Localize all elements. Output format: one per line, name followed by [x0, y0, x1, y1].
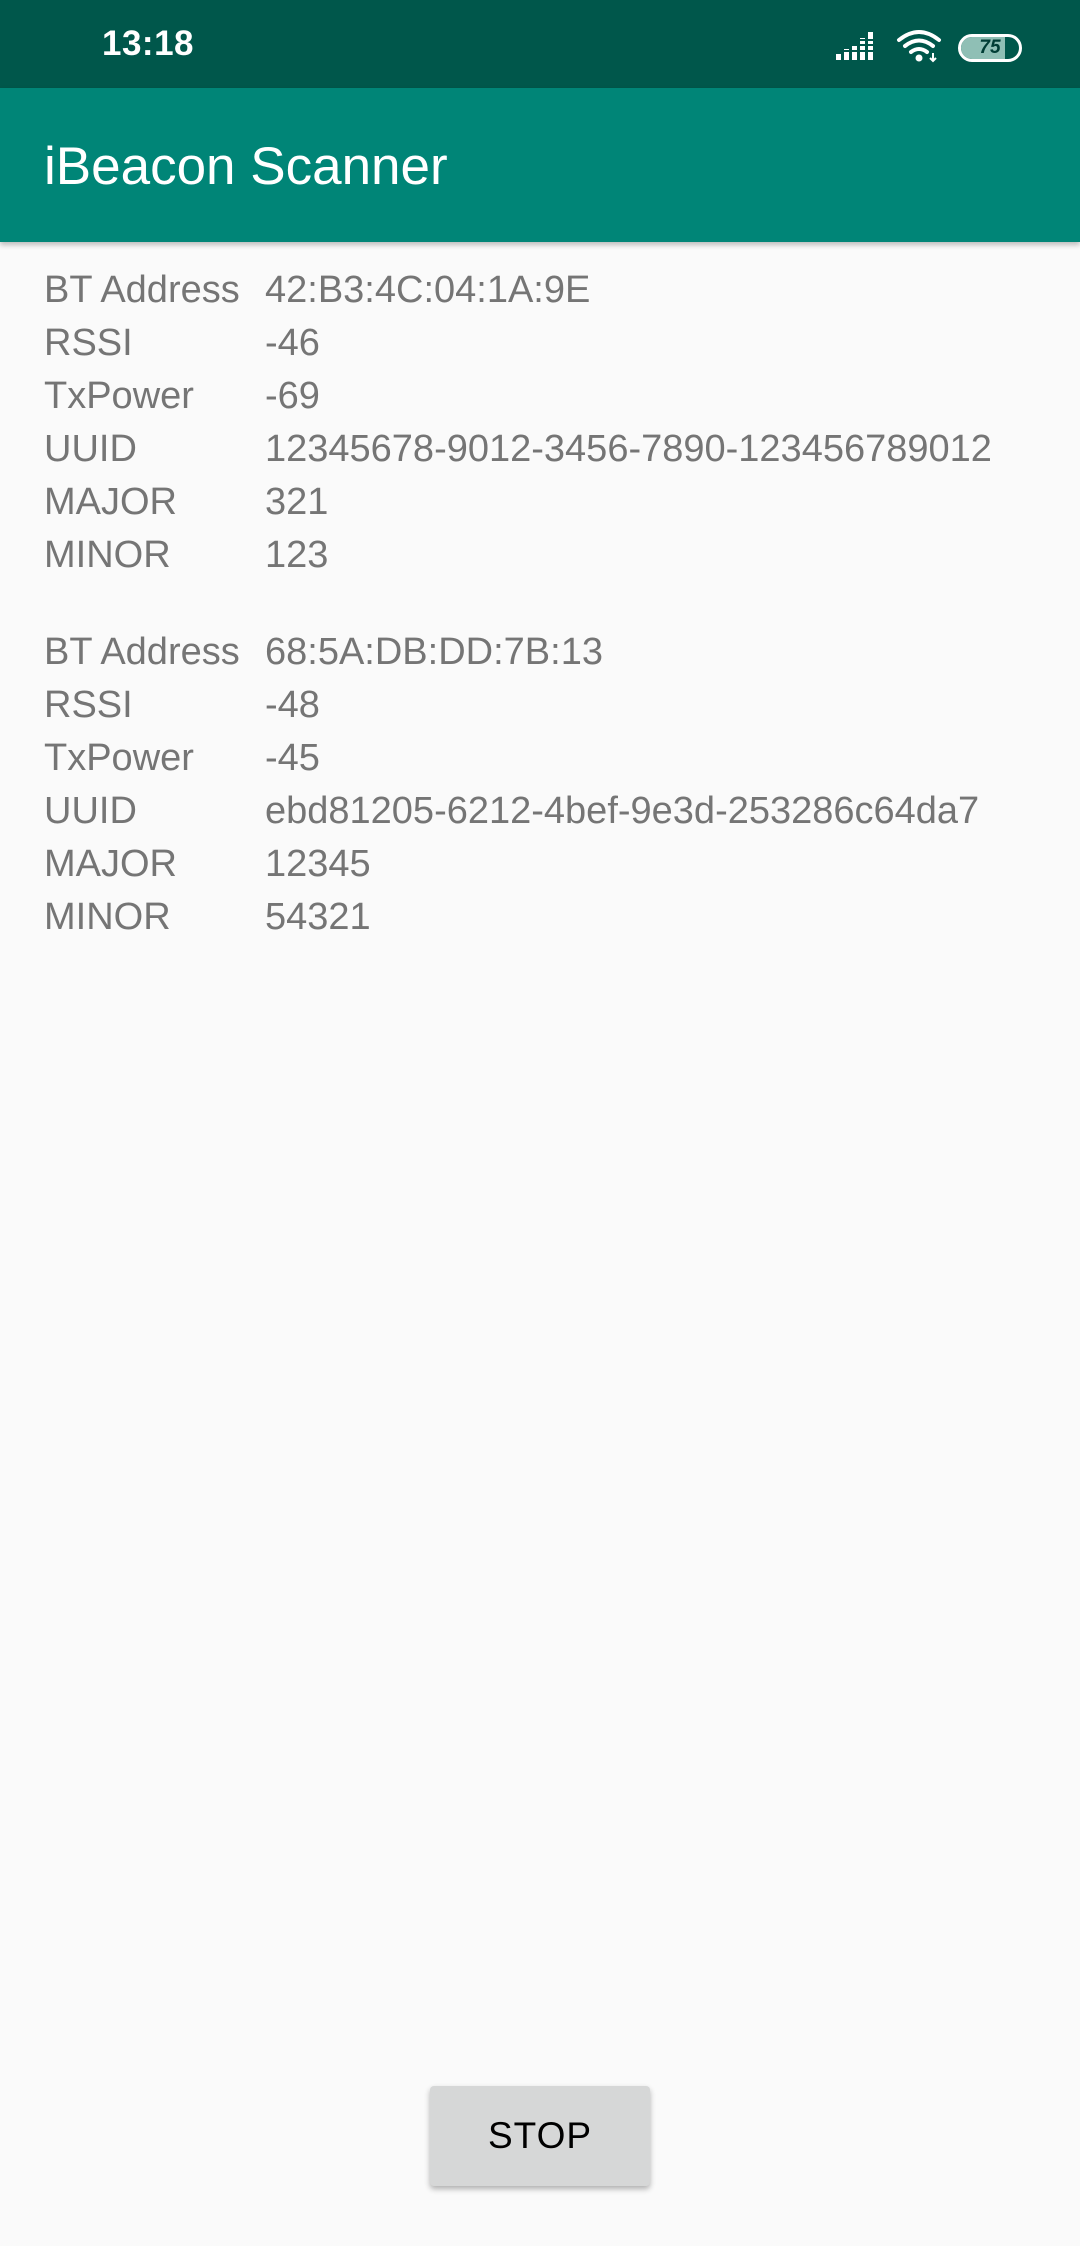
- field-label: MAJOR: [44, 481, 177, 523]
- signal-icon: [836, 30, 880, 67]
- field-label: RSSI: [44, 322, 133, 364]
- field-label: BT Address: [44, 269, 240, 311]
- field-value: 68:5A:DB:DD:7B:13: [265, 631, 603, 673]
- field-label: UUID: [44, 428, 137, 470]
- beacon-row-txpower: TxPower -45: [44, 732, 1044, 785]
- field-value: -48: [265, 684, 320, 726]
- beacon-row-major: MAJOR 12345: [44, 838, 1044, 891]
- beacon-row-major: MAJOR 321: [44, 476, 1044, 529]
- wifi-icon: [896, 29, 942, 68]
- field-value: -45: [265, 737, 320, 779]
- field-value: -46: [265, 322, 320, 364]
- field-value: -69: [265, 375, 320, 417]
- field-value: 123: [265, 534, 329, 576]
- battery-icon: 75: [958, 34, 1022, 62]
- field-value: 12345678-9012-3456-7890-123456789012: [265, 428, 992, 470]
- status-bar: 13:18 75: [0, 0, 1080, 88]
- app-bar: iBeacon Scanner: [0, 88, 1080, 242]
- beacon-row-bt-address: BT Address 42:B3:4C:04:1A:9E: [44, 264, 1044, 317]
- field-value: 12345: [265, 843, 371, 885]
- beacon-row-rssi: RSSI -48: [44, 679, 1044, 732]
- beacon-row-rssi: RSSI -46: [44, 317, 1044, 370]
- status-time: 13:18: [102, 24, 195, 63]
- app-title: iBeacon Scanner: [44, 137, 448, 196]
- field-label: UUID: [44, 790, 137, 832]
- field-label: MINOR: [44, 896, 171, 938]
- beacon-row-minor: MINOR 54321: [44, 891, 1044, 944]
- field-label: TxPower: [44, 737, 194, 779]
- battery-level: 75: [979, 37, 1001, 58]
- beacon-row-minor: MINOR 123: [44, 529, 1044, 582]
- beacon-list: BT Address 42:B3:4C:04:1A:9E RSSI -46 Tx…: [44, 264, 1044, 988]
- field-value: 42:B3:4C:04:1A:9E: [265, 269, 591, 311]
- field-label: MAJOR: [44, 843, 177, 885]
- field-value: ebd81205-6212-4bef-9e3d-253286c64da7: [265, 790, 980, 832]
- stop-button[interactable]: STOP: [430, 2086, 650, 2186]
- beacon-item: BT Address 68:5A:DB:DD:7B:13 RSSI -48 Tx…: [44, 626, 1044, 944]
- field-label: RSSI: [44, 684, 133, 726]
- field-label: MINOR: [44, 534, 171, 576]
- field-label: TxPower: [44, 375, 194, 417]
- beacon-row-txpower: TxPower -69: [44, 370, 1044, 423]
- field-value: 321: [265, 481, 329, 523]
- beacon-row-uuid: UUID ebd81205-6212-4bef-9e3d-253286c64da…: [44, 785, 1044, 838]
- beacon-row-uuid: UUID 12345678-9012-3456-7890-12345678901…: [44, 423, 1044, 476]
- field-label: BT Address: [44, 631, 240, 673]
- beacon-item: BT Address 42:B3:4C:04:1A:9E RSSI -46 Tx…: [44, 264, 1044, 582]
- status-icons: 75: [836, 28, 1022, 68]
- field-value: 54321: [265, 896, 371, 938]
- beacon-row-bt-address: BT Address 68:5A:DB:DD:7B:13: [44, 626, 1044, 679]
